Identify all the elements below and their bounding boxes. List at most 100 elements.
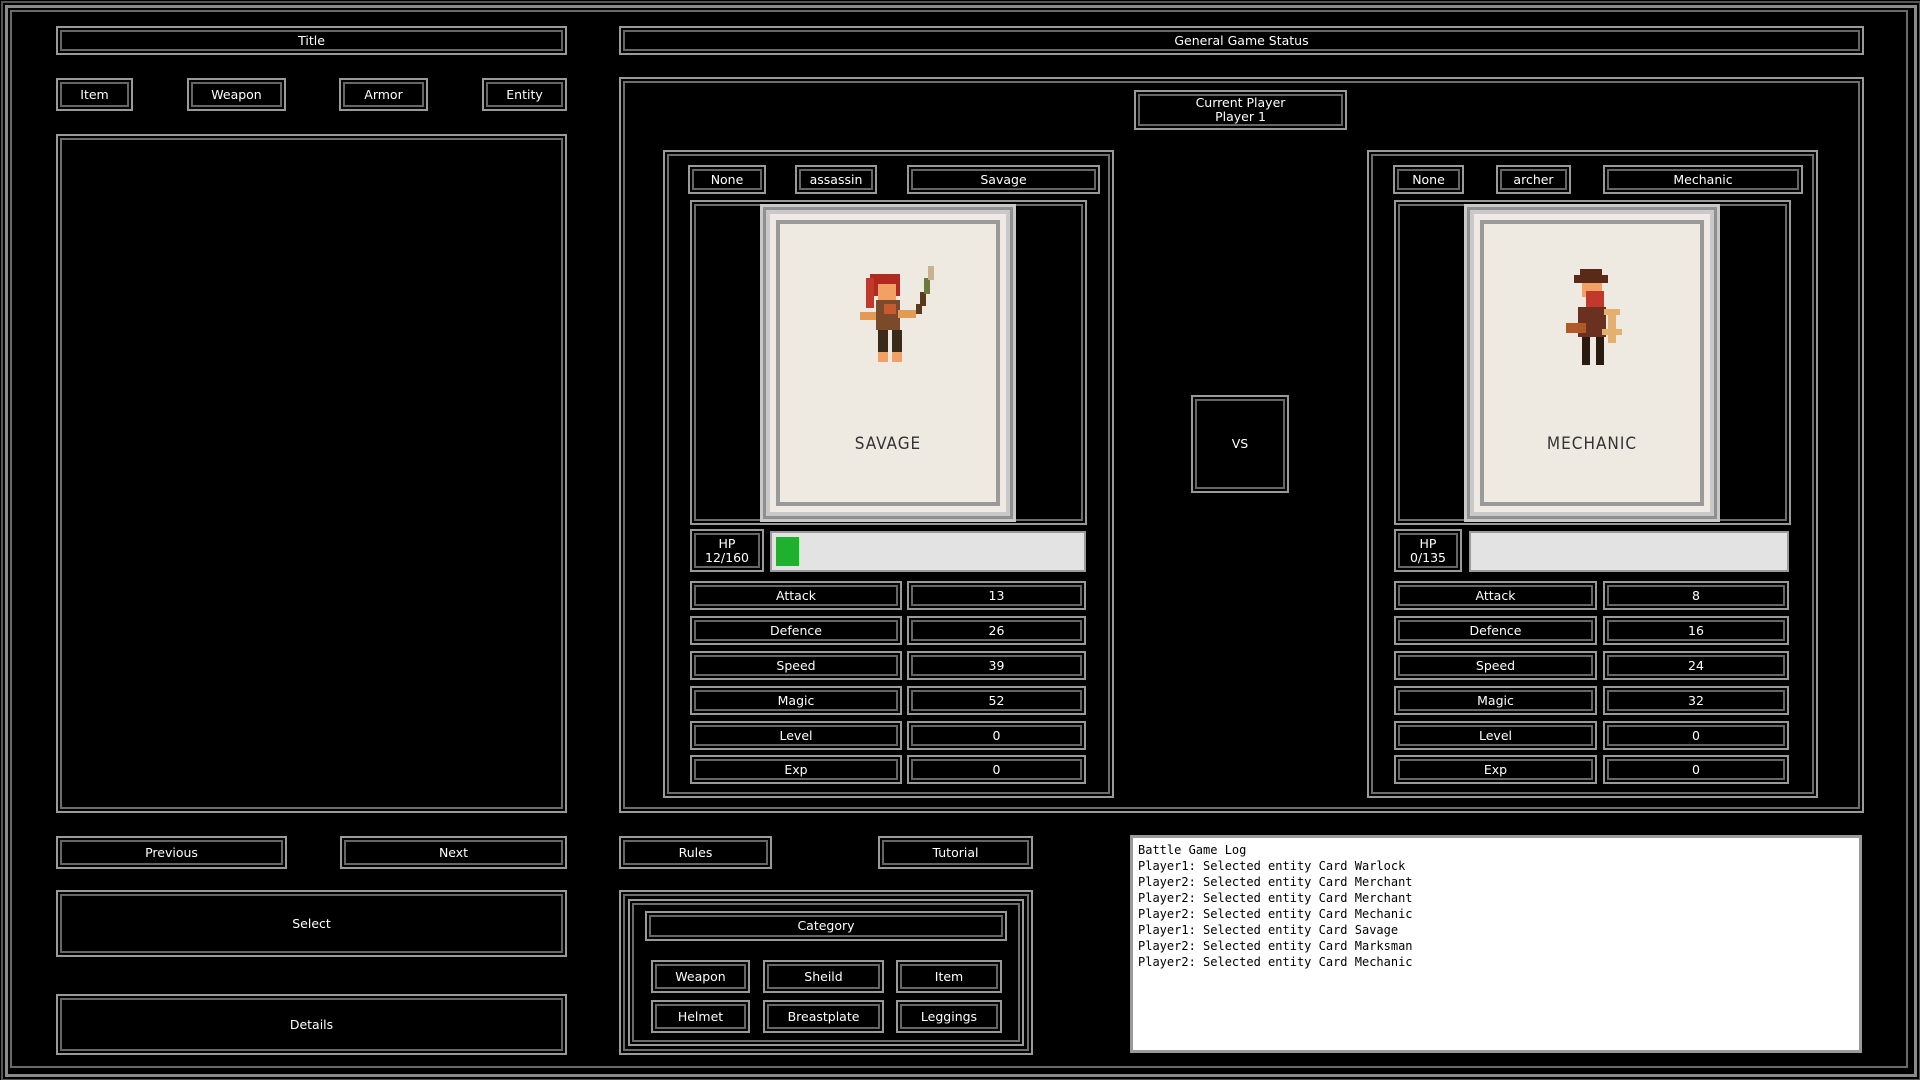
savage-sprite-icon — [860, 266, 934, 362]
details-label: Details — [289, 1016, 334, 1032]
player1-card-image[interactable]: SAVAGE — [760, 204, 1016, 522]
player1-hp-bar — [770, 531, 1086, 572]
player1-card-name: SAVAGE — [854, 434, 922, 454]
mechanic-sprite-icon — [1566, 269, 1622, 365]
player2-stat-label: Level — [1394, 721, 1597, 750]
player1-stat-value: 0 — [907, 755, 1086, 784]
category-title-text: Category — [797, 918, 855, 933]
player1-slot-none[interactable]: None — [688, 165, 766, 194]
player2-slot-none[interactable]: None — [1393, 165, 1464, 194]
player2-stat-value: 16 — [1603, 616, 1789, 645]
player1-stat-label: Magic — [690, 686, 902, 715]
game-status-text: General Game Status — [1174, 32, 1309, 48]
next-label: Next — [438, 844, 469, 860]
previous-button[interactable]: Previous — [56, 836, 287, 869]
player1-hp-label-box: HP 12/160 — [690, 529, 764, 572]
player2-stat-label: Speed — [1394, 651, 1597, 680]
vs-box: VS — [1191, 395, 1289, 493]
category-helmet-button[interactable]: Helmet — [651, 1000, 750, 1033]
player2-stat-value: 32 — [1603, 686, 1789, 715]
category-tab-label: Entity — [506, 86, 543, 102]
category-tab-item[interactable]: Item — [56, 78, 133, 111]
player1-stat-label: Exp — [690, 755, 902, 784]
previous-label: Previous — [145, 844, 198, 860]
player1-stat-label: Attack — [690, 581, 902, 610]
category-tab-label: Armor — [364, 86, 403, 102]
log-line: Player2: Selected entity Card Mechanic — [1138, 907, 1413, 921]
log-line: Player1: Selected entity Card Savage — [1138, 923, 1399, 937]
player2-hp-label: HP — [1419, 535, 1437, 551]
current-player-box: Current Player Player 1 — [1134, 90, 1347, 130]
player1-slot-class[interactable]: assassin — [795, 165, 877, 194]
category-button-label: Sheild — [804, 968, 843, 984]
vs-text: VS — [1231, 436, 1249, 451]
player2-stat-label: Magic — [1394, 686, 1597, 715]
player2-hp-value: 0/135 — [1409, 549, 1447, 565]
category-button-label: Item — [934, 968, 964, 984]
player2-card-name: MECHANIC — [1546, 434, 1638, 454]
tutorial-label: Tutorial — [932, 844, 979, 860]
category-button-label: Weapon — [675, 968, 726, 984]
select-button[interactable]: Select — [56, 890, 567, 957]
category-tab-armor[interactable]: Armor — [339, 78, 428, 111]
category-tab-entity[interactable]: Entity — [482, 78, 567, 111]
current-player-label: Current Player — [1195, 95, 1286, 110]
log-line: Player2: Selected entity Card Marksman — [1138, 939, 1413, 953]
player2-stat-label: Defence — [1394, 616, 1597, 645]
player1-stat-label: Speed — [690, 651, 902, 680]
player2-slot-class[interactable]: archer — [1496, 165, 1571, 194]
title-bar: Title — [56, 26, 567, 55]
player1-stat-value: 13 — [907, 581, 1086, 610]
player2-hp-label-box: HP 0/135 — [1394, 529, 1462, 572]
player1-stat-label: Level — [690, 721, 902, 750]
player2-slot-entity[interactable]: Mechanic — [1603, 165, 1803, 194]
player1-hp-fill — [776, 537, 800, 566]
player1-hp-value: 12/160 — [705, 549, 749, 565]
category-title: Category — [645, 911, 1007, 941]
rules-button[interactable]: Rules — [619, 836, 772, 869]
player2-hp-bar — [1469, 531, 1789, 572]
player1-entity-label: Savage — [980, 171, 1027, 187]
player1-stat-value: 39 — [907, 651, 1086, 680]
player1-slot-entity[interactable]: Savage — [907, 165, 1100, 194]
next-button[interactable]: Next — [340, 836, 567, 869]
log-line: Player2: Selected entity Card Merchant — [1138, 891, 1413, 905]
category-tab-label: Item — [80, 86, 109, 102]
player1-stat-value: 0 — [907, 721, 1086, 750]
select-label: Select — [292, 915, 331, 931]
player2-stat-value: 0 — [1603, 721, 1789, 750]
category-button-label: Helmet — [677, 1008, 724, 1024]
log-line: Player1: Selected entity Card Warlock — [1138, 859, 1406, 873]
player1-hp-label: HP — [718, 535, 736, 551]
category-weapon-button[interactable]: Weapon — [651, 960, 750, 993]
title-text: Title — [298, 32, 325, 48]
game-status-bar: General Game Status — [619, 26, 1864, 55]
rules-label: Rules — [678, 844, 713, 860]
category-breastplate-button[interactable]: Breastplate — [763, 1000, 884, 1033]
player2-stat-label: Attack — [1394, 581, 1597, 610]
player2-stat-value: 8 — [1603, 581, 1789, 610]
player1-stat-label: Defence — [690, 616, 902, 645]
category-tab-weapon[interactable]: Weapon — [187, 78, 286, 111]
player2-stat-value: 24 — [1603, 651, 1789, 680]
player1-stat-value: 26 — [907, 616, 1086, 645]
battle-log[interactable]: Battle Game Log Player1: Selected entity… — [1130, 835, 1862, 1053]
player2-class-label: archer — [1513, 171, 1554, 187]
details-button[interactable]: Details — [56, 994, 567, 1055]
category-button-label: Leggings — [920, 1008, 978, 1024]
player1-slot-label: None — [710, 171, 744, 187]
tutorial-button[interactable]: Tutorial — [878, 836, 1033, 869]
player2-card-image[interactable]: MECHANIC — [1464, 204, 1720, 522]
category-leggings-button[interactable]: Leggings — [896, 1000, 1002, 1033]
category-shield-button[interactable]: Sheild — [763, 960, 884, 993]
category-item-button[interactable]: Item — [896, 960, 1002, 993]
card-list-panel[interactable] — [56, 134, 567, 813]
player2-slot-label: None — [1412, 171, 1445, 187]
category-button-label: Breastplate — [787, 1008, 860, 1024]
player2-stat-label: Exp — [1394, 755, 1597, 784]
player1-class-label: assassin — [809, 171, 863, 187]
player2-entity-label: Mechanic — [1673, 171, 1733, 187]
player1-stat-value: 52 — [907, 686, 1086, 715]
current-player-value: Player 1 — [1215, 109, 1266, 124]
log-line: Player2: Selected entity Card Mechanic — [1138, 955, 1413, 969]
